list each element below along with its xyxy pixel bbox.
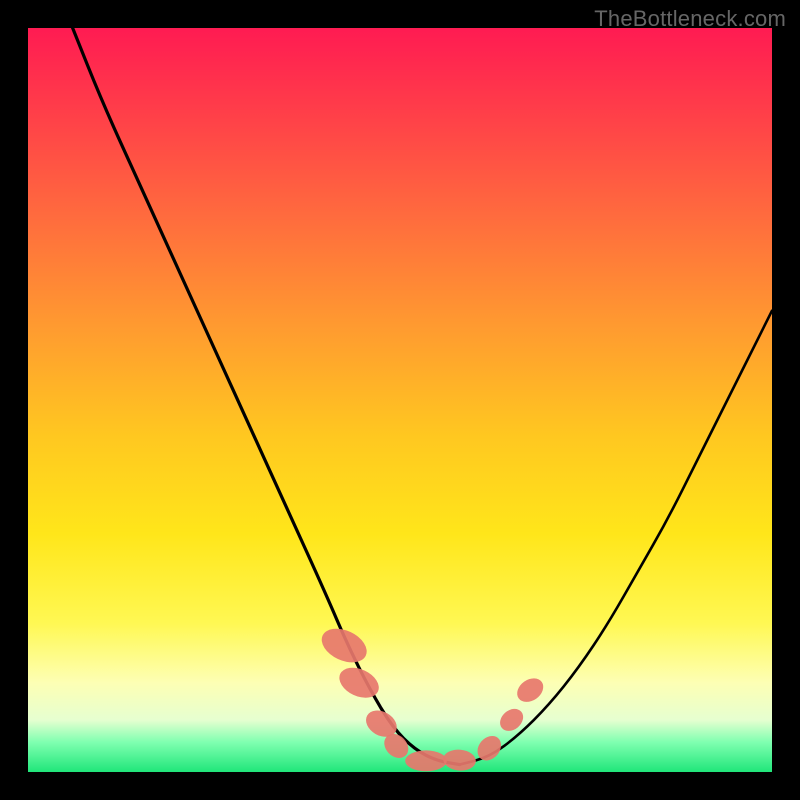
series-left-curve <box>73 28 460 765</box>
marker-4 <box>405 750 447 771</box>
marker-5 <box>442 748 476 772</box>
chart-svg <box>0 0 800 800</box>
curve-layer <box>73 28 772 765</box>
marker-0 <box>316 622 372 669</box>
series-right-curve <box>460 311 772 765</box>
marker-8 <box>513 674 548 707</box>
marker-layer <box>316 622 547 772</box>
